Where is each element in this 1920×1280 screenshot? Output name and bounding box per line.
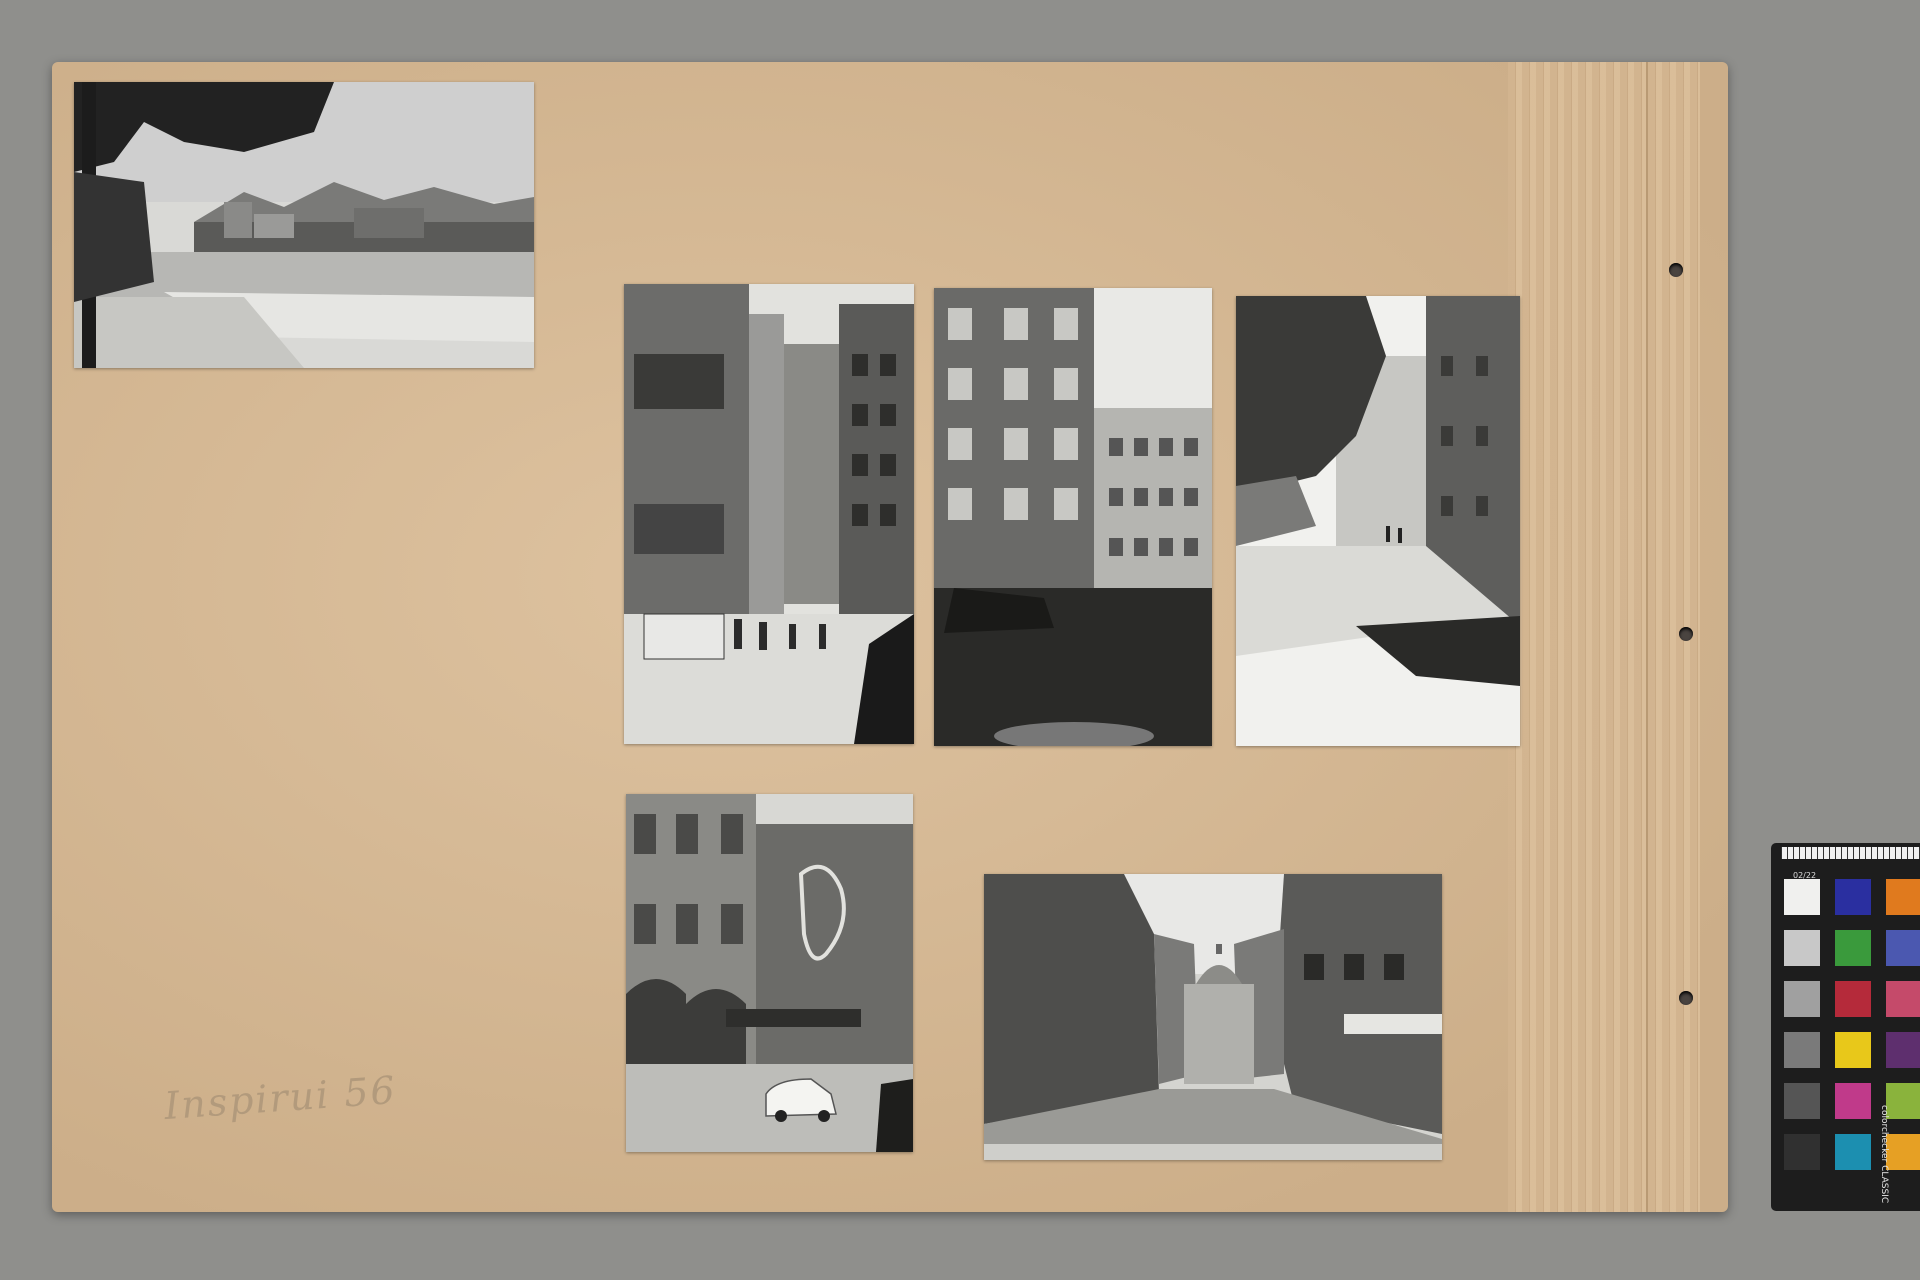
photo-river-mountains-image (74, 82, 534, 368)
color-swatch (1835, 930, 1871, 966)
photo-hotel-street-image (626, 794, 913, 1152)
colorchecker-card: 02/22 colorchecker CLASSIC (1771, 843, 1920, 1211)
photo-golden-roof-street (624, 284, 914, 744)
binding-hole-top (1669, 263, 1683, 277)
photo-michaelertor-street-image (984, 874, 1442, 1160)
color-swatch (1886, 1134, 1920, 1170)
photo-sunlit-lane-image (1236, 296, 1520, 746)
photo-river-mountains (74, 82, 534, 368)
color-swatch (1886, 930, 1920, 966)
color-swatch (1886, 879, 1920, 915)
color-swatch (1784, 1083, 1820, 1119)
photo-michaelertor-street (984, 874, 1442, 1160)
binding-strip (1508, 62, 1700, 1212)
photo-sunlit-lane (1236, 296, 1520, 746)
color-swatch (1835, 879, 1871, 915)
binding-hole-bottom (1679, 991, 1693, 1005)
color-swatch (1835, 1032, 1871, 1068)
color-swatch (1886, 981, 1920, 1017)
color-swatch (1886, 1032, 1920, 1068)
color-swatch (1835, 981, 1871, 1017)
colorchecker-label: colorchecker CLASSIC (1879, 1105, 1889, 1204)
photo-helblinghaus-image (934, 288, 1212, 746)
color-swatch (1784, 1032, 1820, 1068)
color-swatch (1784, 1134, 1820, 1170)
color-swatch (1886, 1083, 1920, 1119)
photo-hotel-street (626, 794, 913, 1152)
binding-hole-middle (1679, 627, 1693, 641)
binding-fold (1646, 62, 1648, 1212)
color-swatch (1784, 930, 1820, 966)
color-swatch (1835, 1134, 1871, 1170)
color-swatch (1835, 1083, 1871, 1119)
color-swatch (1784, 879, 1820, 915)
album-page: Inspirui 56 (52, 62, 1728, 1212)
photo-helblinghaus (934, 288, 1212, 746)
photo-golden-roof-street-image (624, 284, 914, 744)
color-swatch (1784, 981, 1820, 1017)
ruler (1781, 847, 1920, 859)
